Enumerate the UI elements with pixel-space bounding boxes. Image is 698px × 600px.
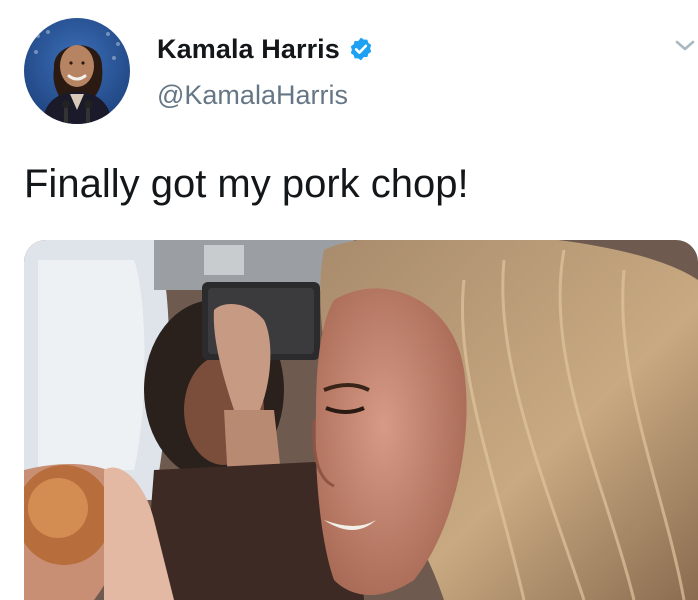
tweet-text: Finally got my pork chop! — [24, 162, 469, 206]
display-name-row: Kamala Harris — [157, 32, 374, 66]
avatar[interactable] — [24, 18, 130, 124]
display-name[interactable]: Kamala Harris — [157, 34, 340, 65]
user-handle[interactable]: @KamalaHarris — [157, 80, 348, 111]
tweet-card: Kamala Harris @KamalaHarris Finally got … — [0, 0, 698, 600]
chevron-down-icon[interactable] — [672, 32, 698, 58]
tweet-media-video[interactable] — [24, 240, 698, 600]
verified-badge-icon — [348, 36, 374, 62]
